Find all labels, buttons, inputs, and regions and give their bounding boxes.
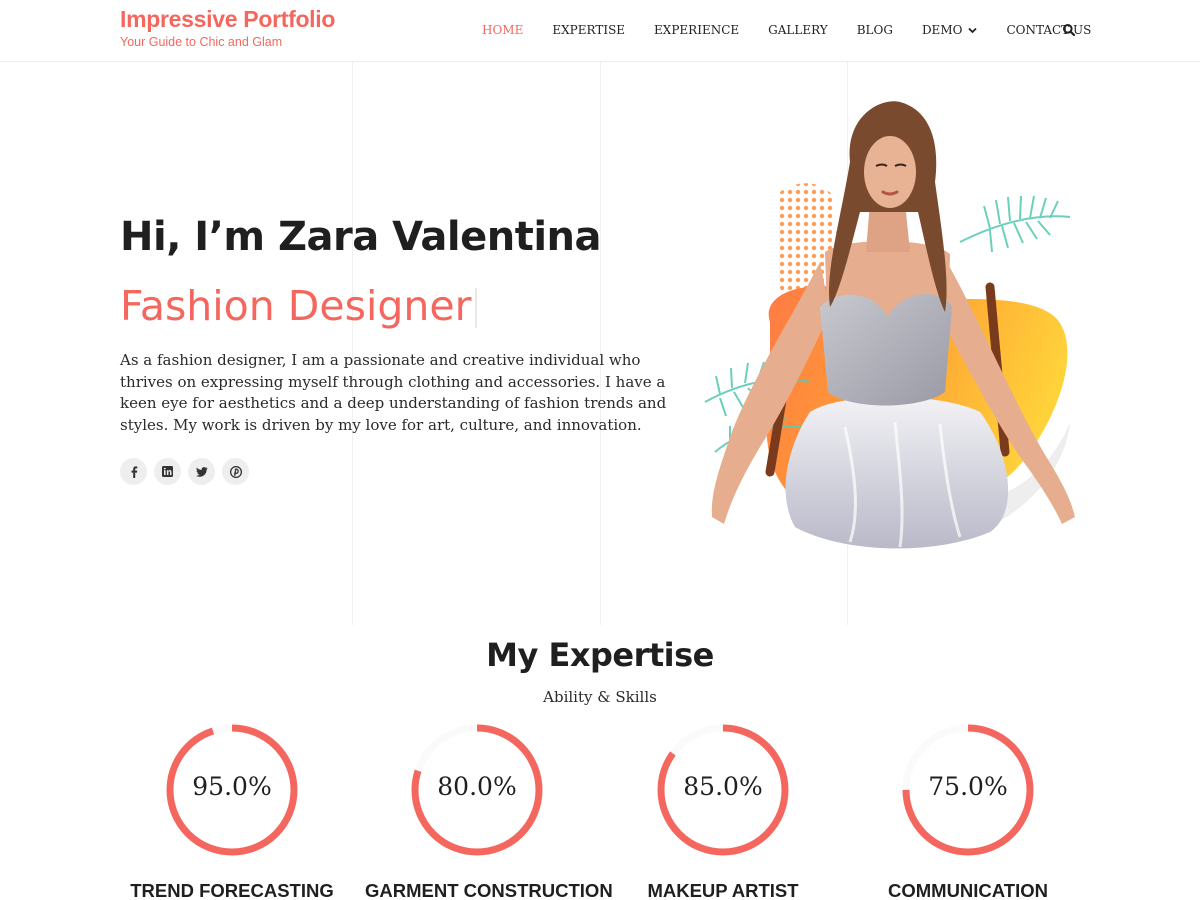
chevron-down-icon xyxy=(968,26,978,37)
pinterest-icon[interactable] xyxy=(222,458,249,485)
nav-item-contact[interactable]: CONTACT US xyxy=(1006,23,1091,37)
skill-card: 95.0% TREND FORECASTING xyxy=(120,720,360,900)
skill-percentage: 85.0% xyxy=(683,772,763,801)
background-divider xyxy=(352,62,353,625)
hero-portrait-image xyxy=(704,101,1075,549)
skill-percentage: 95.0% xyxy=(192,772,272,801)
skill-label: MAKEUP ARTIST xyxy=(647,880,799,900)
social-links xyxy=(120,458,256,485)
main-nav: HOME EXPERTISE EXPERIENCE GALLERY BLOG D… xyxy=(482,23,1120,37)
search-icon[interactable] xyxy=(1062,22,1078,38)
background-divider xyxy=(600,62,601,625)
nav-item-experience[interactable]: EXPERIENCE xyxy=(654,23,739,37)
skill-percentage: 75.0% xyxy=(928,772,1008,801)
skill-card: 75.0% COMMUNICATION xyxy=(856,720,1096,900)
typing-cursor xyxy=(475,288,477,328)
expertise-subtitle: Ability & Skills xyxy=(543,688,657,706)
nav-item-demo[interactable]: DEMO xyxy=(922,23,978,37)
expertise-title: My Expertise xyxy=(486,636,714,674)
facebook-icon[interactable] xyxy=(120,458,147,485)
skill-card: 80.0% GARMENT CONSTRUCTION xyxy=(365,720,613,900)
skill-label: GARMENT CONSTRUCTION xyxy=(365,880,613,900)
site-tagline: Your Guide to Chic and Glam xyxy=(120,35,283,49)
skill-label: COMMUNICATION xyxy=(888,880,1048,900)
linkedin-icon[interactable] xyxy=(154,458,181,485)
skill-card: 85.0% MAKEUP ARTIST xyxy=(611,720,851,900)
site-header: Impressive Portfolio Your Guide to Chic … xyxy=(0,0,1200,62)
brand[interactable]: Impressive Portfolio Your Guide to Chic … xyxy=(120,6,335,49)
hero-subtitle: Fashion Designer xyxy=(120,282,472,330)
hero-description: As a fashion designer, I am a passionate… xyxy=(120,351,667,434)
skill-label: TREND FORECASTING xyxy=(130,880,334,900)
nav-item-blog[interactable]: BLOG xyxy=(857,23,893,37)
nav-item-gallery[interactable]: GALLERY xyxy=(768,23,828,37)
nav-item-demo-label: DEMO xyxy=(921,23,963,37)
twitter-icon[interactable] xyxy=(188,458,215,485)
nav-item-expertise[interactable]: EXPERTISE xyxy=(552,23,625,37)
nav-item-home[interactable]: HOME xyxy=(482,23,523,37)
skill-percentage: 80.0% xyxy=(437,772,517,801)
site-title[interactable]: Impressive Portfolio xyxy=(120,6,335,33)
hero-title: Hi, I’m Zara Valentina xyxy=(120,214,602,260)
